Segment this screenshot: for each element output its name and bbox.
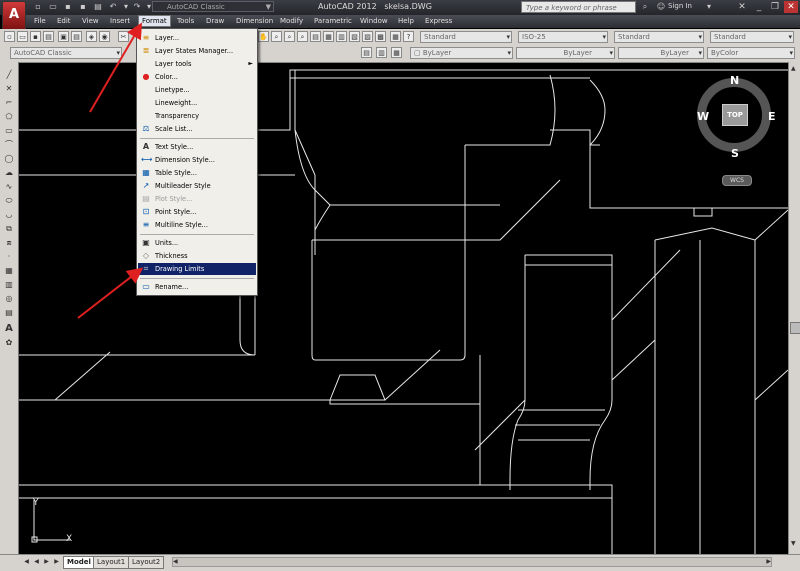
annotation-overlay — [77, 22, 144, 319]
annotation-arrow-format — [89, 22, 143, 113]
annotation-arrow-drawing-limits — [77, 267, 144, 319]
